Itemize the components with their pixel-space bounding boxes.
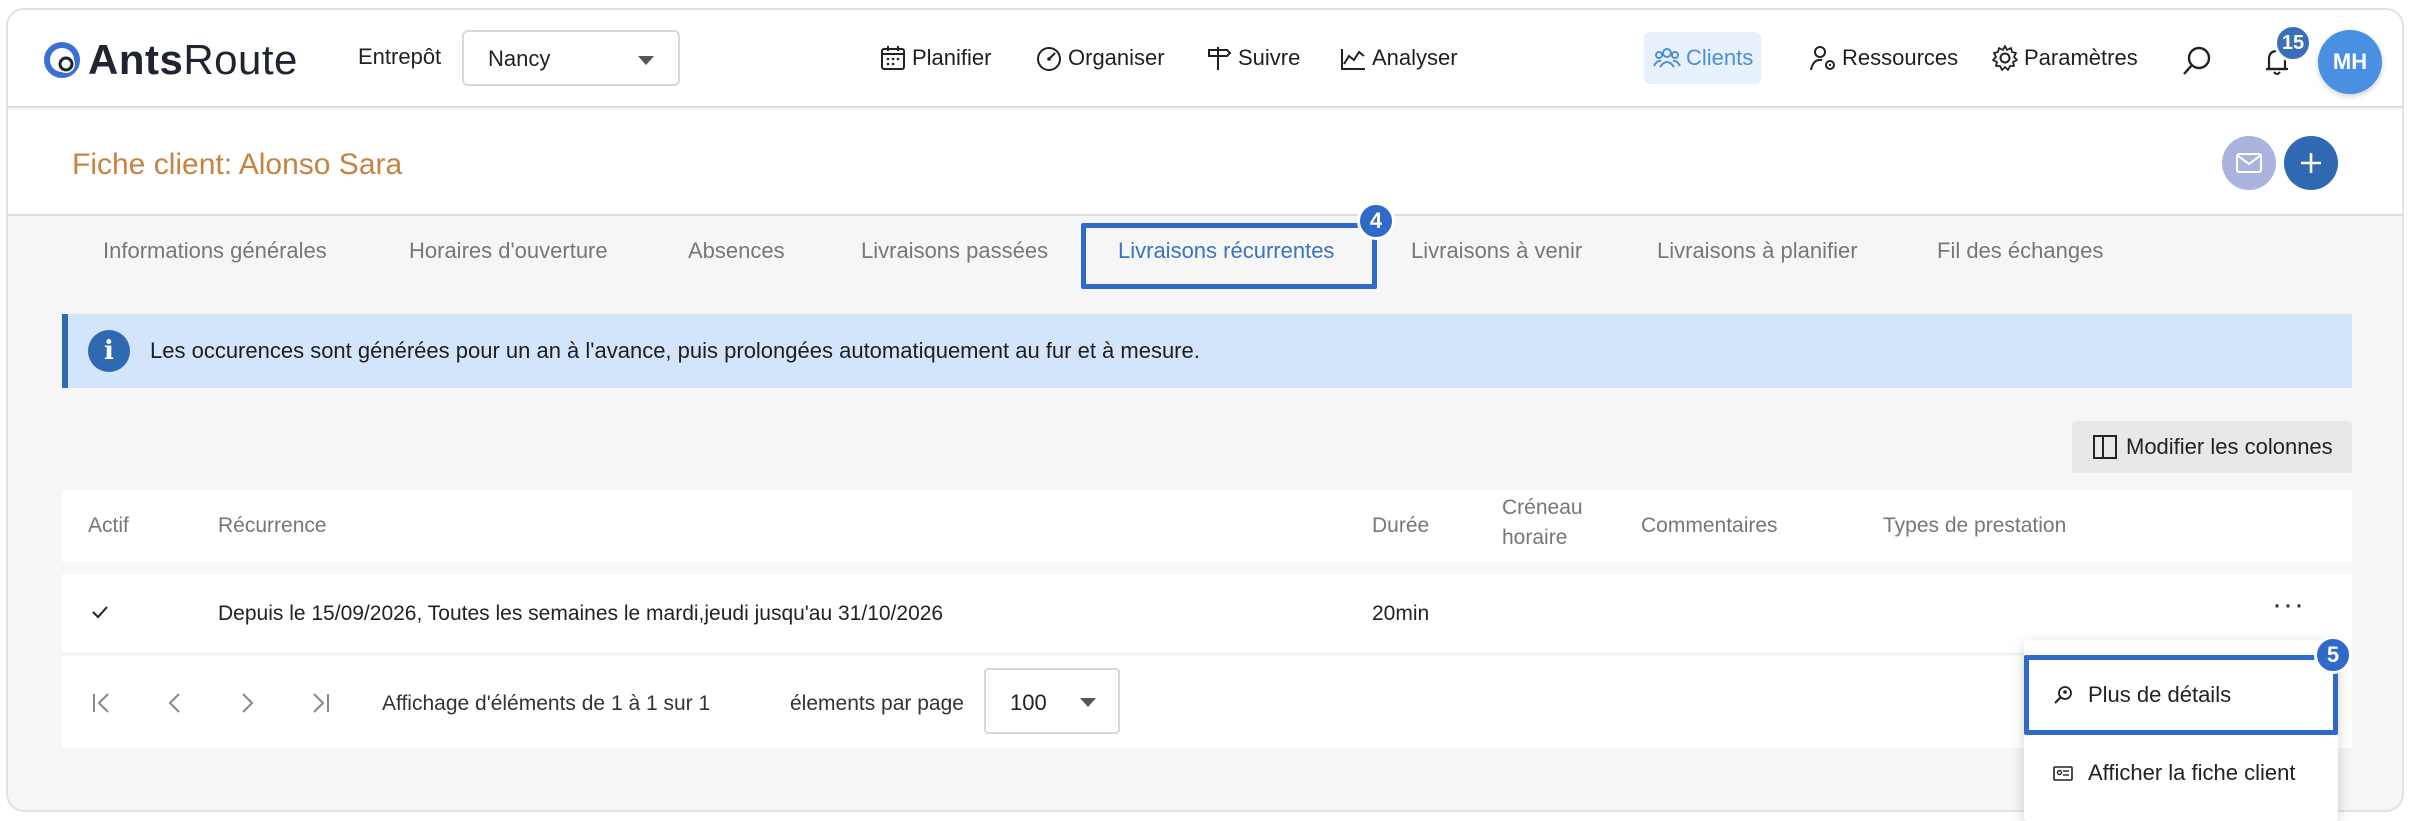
gear-icon (1992, 45, 2018, 71)
tab-opening-hours[interactable]: Horaires d'ouverture (409, 238, 608, 264)
chevron-down-icon (1080, 698, 1096, 707)
tab-past-deliveries[interactable]: Livraisons passées (861, 238, 1048, 264)
tab-deliveries-to-plan[interactable]: Livraisons à planifier (1657, 238, 1858, 264)
users-group-icon (1653, 48, 1681, 68)
tab-absences[interactable]: Absences (688, 238, 785, 264)
per-page-label: élements par page (790, 692, 964, 715)
gauge-icon (1037, 47, 1061, 71)
col-service-types-header[interactable]: Types de prestation (1883, 514, 2066, 538)
nav-resources-label: Ressources (1842, 45, 1959, 70)
logo[interactable]: AntsRoute (42, 36, 298, 84)
nav-organize[interactable]: Organiser (1026, 36, 1173, 80)
next-page-icon[interactable] (232, 688, 262, 718)
tab-exchange-thread[interactable]: Fil des échanges (1937, 238, 2103, 264)
row-duration: 20min (1372, 602, 1430, 625)
envelope-icon (2236, 153, 2262, 173)
id-card-icon (2053, 766, 2073, 781)
plus-icon (2301, 153, 2321, 173)
user-avatar[interactable]: MH (2318, 30, 2382, 94)
last-page-icon[interactable] (304, 688, 334, 718)
step-badge-5: 5 (2314, 636, 2352, 674)
tab-general-info[interactable]: Informations générales (103, 238, 327, 264)
info-icon: i (88, 330, 130, 372)
warehouse-select[interactable]: Nancy (462, 30, 680, 86)
per-page-select[interactable]: 100 (984, 668, 1120, 734)
nav-analyze[interactable]: Analyser (1330, 36, 1466, 80)
nav-track-label: Suivre (1238, 45, 1301, 70)
info-text: Les occurences sont générées pour un an … (150, 338, 1200, 363)
info-banner: i Les occurences sont générées pour un a… (62, 314, 2352, 388)
nav-plan[interactable]: Planifier (870, 36, 999, 80)
nav-clients[interactable]: Clients (1644, 32, 1762, 84)
menu-item-show-client-label: Afficher la fiche client (2088, 760, 2296, 785)
chevron-down-icon (638, 56, 654, 65)
logo-text-regular: Route (183, 36, 298, 83)
pagination: Affichage d'éléments de 1 à 1 sur 1 élem… (62, 656, 2352, 748)
send-email-button[interactable] (2222, 136, 2276, 190)
calendar-icon (881, 46, 905, 70)
user-gear-icon (1810, 46, 1835, 71)
nav-clients-label: Clients (1686, 45, 1754, 70)
table-row[interactable]: Depuis le 15/09/2026, Toutes les semaine… (62, 574, 2352, 654)
per-page-value: 100 (1010, 690, 1047, 715)
col-active-header[interactable]: Actif (88, 514, 129, 538)
pagination-summary: Affichage d'éléments de 1 à 1 sur 1 (382, 692, 711, 715)
row-recurrence: Depuis le 15/09/2026, Toutes les semaine… (218, 602, 944, 625)
logo-text-bold: Ants (88, 36, 184, 83)
nav-resources[interactable]: Ressources (1800, 36, 1966, 80)
menu-highlight-frame (2024, 655, 2338, 735)
edit-columns-button[interactable]: Modifier les colonnes (2072, 421, 2352, 473)
nav-analyze-label: Analyser (1372, 45, 1458, 70)
previous-page-icon[interactable] (160, 688, 190, 718)
signpost-icon (1208, 47, 1232, 70)
search-icon[interactable] (2180, 44, 2214, 78)
col-slot-header-line1[interactable]: Créneau (1502, 496, 1583, 520)
chart-area-icon (1341, 49, 1365, 70)
nav-settings-label: Paramètres (2024, 45, 2138, 70)
col-slot-header-line2[interactable]: horaire (1502, 526, 1567, 550)
top-navigation: AntsRoute Entrepôt Nancy Planifier Organ… (8, 10, 2402, 108)
menu-item-show-client[interactable]: Afficher la fiche client (2024, 738, 2338, 808)
col-recurrence-header[interactable]: Récurrence (218, 514, 327, 538)
add-button[interactable] (2284, 136, 2338, 190)
nav-plan-label: Planifier (912, 45, 992, 70)
warehouse-select-value: Nancy (488, 46, 551, 71)
nav-settings[interactable]: Paramètres (1982, 36, 2146, 80)
step-badge-4: 4 (1357, 202, 1395, 240)
checkmark-icon (92, 606, 108, 619)
col-comments-header[interactable]: Commentaires (1641, 514, 1778, 538)
edit-columns-label: Modifier les colonnes (2126, 434, 2333, 459)
notification-count-badge: 15 (2274, 24, 2312, 62)
nav-organize-label: Organiser (1068, 45, 1165, 70)
warehouse-label: Entrepôt (358, 44, 442, 69)
tab-upcoming-deliveries[interactable]: Livraisons à venir (1411, 238, 1582, 264)
first-page-icon[interactable] (88, 688, 118, 718)
tab-highlight-frame (1081, 223, 1377, 289)
page-title: Fiche client: Alonso Sara (72, 148, 403, 181)
ants-logo-icon (44, 42, 80, 78)
table-header: Actif Récurrence Durée Créneau horaire C… (62, 490, 2352, 562)
columns-icon (2093, 435, 2117, 459)
col-duration-header[interactable]: Durée (1372, 514, 1429, 538)
nav-track[interactable]: Suivre (1196, 36, 1308, 80)
client-header: Fiche client: Alonso Sara (8, 110, 2402, 216)
row-actions-menu-button[interactable]: ··· (2272, 588, 2305, 622)
